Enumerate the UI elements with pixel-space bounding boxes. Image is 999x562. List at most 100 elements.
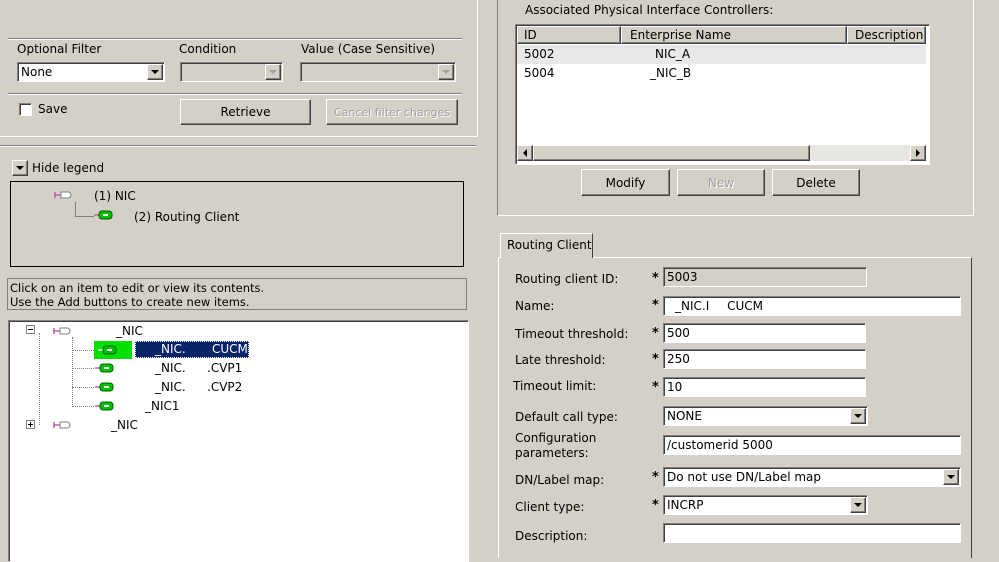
scroll-right-button[interactable] bbox=[910, 145, 926, 161]
cancel-filter-changes-button[interactable]: Cancel filter changes bbox=[326, 99, 458, 125]
tree-node-child-2-a[interactable]: _NIC. bbox=[155, 361, 186, 375]
required-mark: * bbox=[652, 380, 659, 395]
tree-node-child-3-a[interactable]: _NIC. bbox=[155, 380, 186, 394]
chevron-down-icon[interactable] bbox=[850, 408, 866, 424]
timeout-limit-label: Timeout limit: bbox=[513, 379, 597, 393]
optional-filter-value: None bbox=[21, 65, 53, 79]
legend-item-nic: (1) NIC bbox=[94, 189, 136, 203]
optional-filter-select[interactable]: None bbox=[17, 62, 165, 82]
delete-button[interactable]: Delete bbox=[772, 169, 860, 196]
save-label: Save bbox=[38, 102, 68, 116]
default-call-type-label: Default call type: bbox=[515, 410, 618, 424]
tree-line bbox=[72, 337, 73, 407]
tree-line bbox=[72, 387, 94, 388]
description-field[interactable] bbox=[663, 523, 961, 543]
left-divider bbox=[0, 145, 476, 147]
chevron-left-icon bbox=[523, 149, 527, 157]
hide-legend-toggle[interactable] bbox=[12, 160, 28, 176]
chevron-down-icon[interactable] bbox=[147, 64, 163, 80]
expand-icon[interactable] bbox=[26, 420, 35, 429]
required-mark: * bbox=[652, 352, 659, 367]
tree-node-root-2[interactable]: _NIC bbox=[111, 418, 138, 432]
chevron-down-icon[interactable] bbox=[850, 497, 866, 513]
tree-node-root-1[interactable]: _NIC bbox=[116, 324, 143, 338]
description-label: Description: bbox=[515, 529, 588, 543]
client-type-value: INCRP bbox=[667, 498, 704, 512]
routing-client-id-label: Routing client ID: bbox=[515, 272, 619, 286]
table-row[interactable] bbox=[517, 64, 926, 83]
save-checkbox[interactable] bbox=[19, 103, 32, 116]
config-params-label-1: Configuration bbox=[515, 431, 597, 445]
pic-row-1-id: 5002 bbox=[524, 47, 555, 61]
chevron-down-icon[interactable] bbox=[943, 469, 959, 485]
tree-node-child-2-b[interactable]: .CVP1 bbox=[207, 361, 242, 375]
required-mark: * bbox=[652, 326, 659, 341]
modify-button[interactable]: Modify bbox=[581, 169, 670, 196]
name-field[interactable]: _NIC.I CUCM bbox=[663, 296, 961, 316]
collapse-icon[interactable] bbox=[26, 325, 35, 334]
filter-separator-2 bbox=[8, 93, 462, 95]
dn-label-map-select[interactable]: Do not use DN/Label map bbox=[663, 467, 961, 487]
legend-box bbox=[10, 181, 464, 267]
value-select[interactable] bbox=[300, 62, 456, 82]
tree-line bbox=[72, 350, 94, 351]
chevron-right-icon bbox=[916, 149, 920, 157]
timeout-threshold-label: Timeout threshold: bbox=[515, 327, 629, 341]
required-mark: * bbox=[652, 498, 659, 513]
timeout-limit-field[interactable]: 10 bbox=[663, 377, 866, 397]
routing-client-icon bbox=[95, 382, 114, 392]
routing-client-icon bbox=[95, 363, 114, 373]
tree-node-child-1-a: _NIC. bbox=[155, 342, 186, 356]
required-mark: * bbox=[652, 271, 659, 286]
client-type-select[interactable]: INCRP bbox=[663, 495, 868, 515]
dn-label-map-label: DN/Label map: bbox=[515, 473, 605, 487]
nic-icon bbox=[53, 327, 71, 335]
routing-client-id-field[interactable]: 5003 bbox=[663, 267, 867, 287]
scrollbar-thumb[interactable] bbox=[533, 145, 810, 161]
column-header-enterprise-name[interactable]: Enterprise Name bbox=[621, 26, 847, 44]
tree-line bbox=[39, 333, 40, 425]
required-mark: * bbox=[652, 470, 659, 485]
tree-line bbox=[72, 368, 94, 369]
routing-client-icon bbox=[94, 210, 113, 220]
chevron-down-icon bbox=[16, 166, 24, 170]
table-row[interactable] bbox=[517, 45, 926, 64]
pic-row-2-name: _NIC_B bbox=[650, 66, 692, 80]
retrieve-button[interactable]: Retrieve bbox=[180, 99, 311, 125]
condition-label: Condition bbox=[179, 42, 237, 56]
routing-client-icon bbox=[95, 401, 114, 411]
value-label: Value (Case Sensitive) bbox=[301, 42, 436, 56]
help-line-2: Use the Add buttons to create new items. bbox=[10, 295, 250, 309]
tree-node-child-3-b[interactable]: .CVP2 bbox=[207, 380, 242, 394]
legend-item-routing-client: (2) Routing Client bbox=[134, 210, 240, 224]
scroll-left-button[interactable] bbox=[517, 145, 533, 161]
column-header-id[interactable]: ID bbox=[517, 26, 621, 44]
chevron-down-icon[interactable] bbox=[438, 64, 454, 80]
name-value-b: CUCM bbox=[727, 299, 763, 313]
default-call-type-select[interactable]: NONE bbox=[663, 406, 868, 426]
tab-routing-client[interactable]: Routing Client bbox=[500, 233, 593, 258]
new-button[interactable]: New bbox=[677, 169, 765, 196]
legend-connector bbox=[75, 202, 94, 217]
tree-node-child-1-b: CUCM bbox=[212, 342, 248, 356]
pic-title: Associated Physical Interface Controller… bbox=[525, 3, 774, 17]
config-params-field[interactable]: /customerid 5000 bbox=[663, 435, 961, 455]
config-params-label-2: parameters: bbox=[515, 446, 589, 460]
column-header-description[interactable]: Description bbox=[847, 26, 926, 44]
late-threshold-field[interactable]: 250 bbox=[663, 349, 866, 369]
timeout-threshold-field[interactable]: 500 bbox=[663, 323, 866, 343]
chevron-down-icon[interactable] bbox=[265, 64, 281, 80]
dn-label-map-value: Do not use DN/Label map bbox=[667, 470, 822, 484]
tree-line bbox=[72, 406, 94, 407]
required-mark: * bbox=[652, 298, 659, 313]
name-label: Name: bbox=[515, 299, 555, 313]
condition-select[interactable] bbox=[180, 62, 283, 82]
hide-legend-label[interactable]: Hide legend bbox=[32, 161, 104, 175]
pic-row-1-name: NIC_A bbox=[655, 47, 691, 61]
default-call-type-value: NONE bbox=[667, 409, 702, 423]
tree-node-child-4[interactable]: _NIC1 bbox=[145, 399, 180, 413]
optional-filter-label: Optional Filter bbox=[17, 42, 102, 56]
late-threshold-label: Late threshold: bbox=[515, 353, 606, 367]
nic-icon bbox=[53, 421, 71, 429]
nic-icon bbox=[54, 191, 72, 199]
